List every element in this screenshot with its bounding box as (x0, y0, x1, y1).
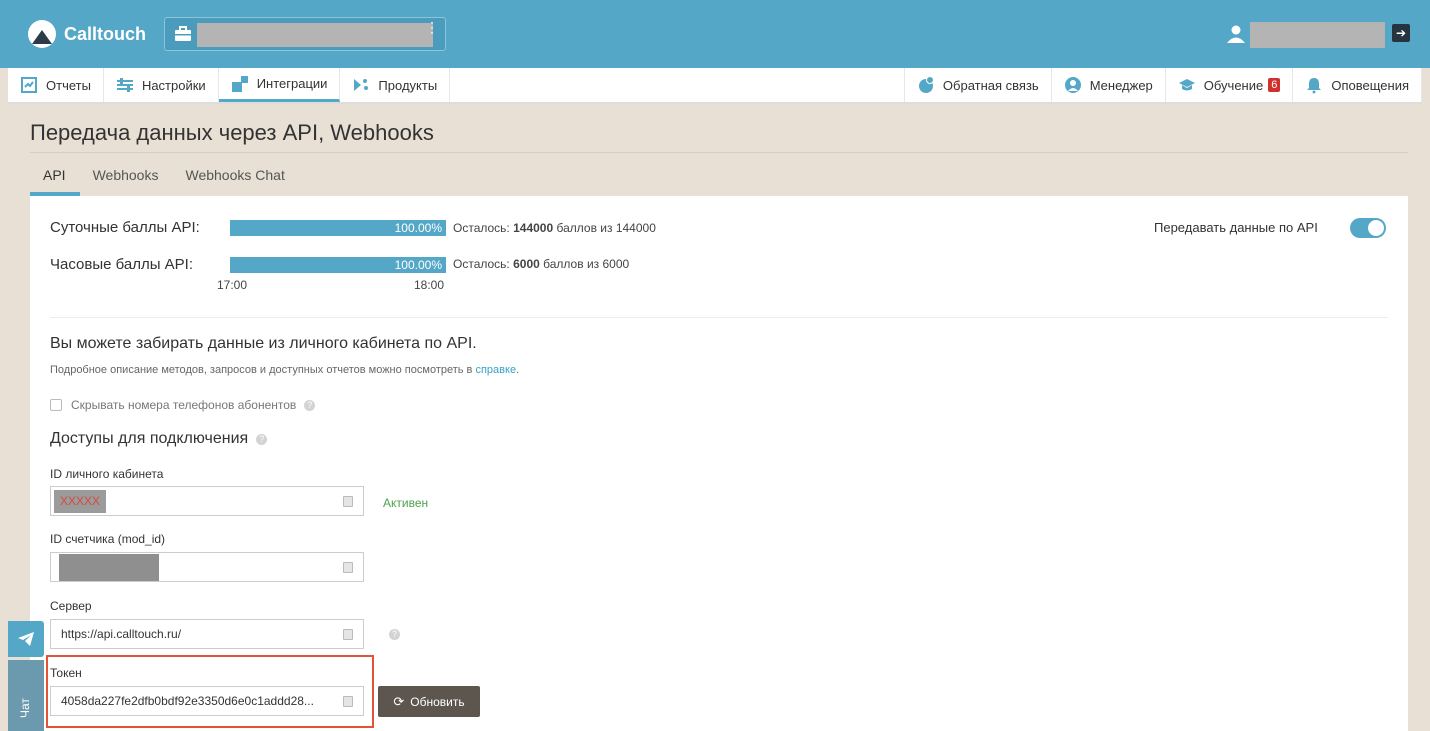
tab-webhooks-chat[interactable]: Webhooks Chat (172, 158, 298, 196)
daily-score-percent: 100.00% (394, 221, 442, 235)
copy-icon[interactable] (343, 496, 353, 507)
copy-icon[interactable] (343, 696, 353, 707)
token-value: 4058da227fe2dfb0bdf92e3350d6e0c1addd28..… (61, 694, 314, 708)
nav-feedback-label: Обратная связь (942, 77, 1039, 93)
integrations-icon (231, 75, 248, 92)
access-heading: Доступы для подключения ? (50, 430, 268, 448)
feedback-icon (918, 76, 934, 93)
api-settings-card: Суточные баллы API: 100.00% Осталось: 14… (30, 196, 1408, 731)
server-field[interactable]: https://api.calltouch.ru/ (50, 619, 364, 649)
education-icon (1178, 79, 1195, 91)
refresh-label: Обновить (410, 694, 465, 709)
nav-education-label: Обучение (1203, 77, 1264, 93)
hourly-score-percent: 100.00% (394, 258, 442, 272)
cabinet-id-field[interactable]: XXXXX (50, 486, 364, 516)
copy-icon[interactable] (343, 629, 353, 640)
cabinet-id-label: ID личного кабинета (50, 467, 164, 481)
api-transfer-label: Передавать данные по API (1154, 220, 1318, 235)
api-info-heading: Вы можете забирать данные из личного каб… (50, 335, 477, 352)
main-nav: Отчеты Настройки Интеграции Продукты Обр… (8, 68, 1422, 104)
nav-manager[interactable]: Менеджер (1052, 68, 1166, 102)
token-label: Токен (50, 666, 82, 680)
toggle-knob (1368, 220, 1384, 236)
telegram-icon (18, 632, 34, 646)
hide-phones-row: Скрывать номера телефонов абонентов ? (50, 398, 316, 412)
user-icon[interactable] (1226, 24, 1246, 44)
tab-api[interactable]: API (30, 158, 80, 196)
server-value: https://api.calltouch.ru/ (61, 627, 182, 641)
settings-icon (116, 78, 133, 92)
nav-education[interactable]: Обучение 6 (1166, 68, 1294, 102)
help-icon[interactable]: ? (256, 433, 268, 445)
hourly-score-bar: 100.00% (230, 257, 446, 273)
notifications-icon (1307, 78, 1322, 94)
products-icon (354, 79, 369, 91)
token-field[interactable]: 4058da227fe2dfb0bdf92e3350d6e0c1addd28..… (50, 686, 364, 716)
time-start-label: 17:00 (217, 278, 248, 292)
help-icon[interactable]: ? (304, 399, 316, 411)
project-name-redacted (197, 23, 433, 47)
copy-icon[interactable] (343, 562, 353, 573)
hourly-score-remaining: Осталось: 6000 баллов из 6000 (453, 257, 630, 271)
more-icon[interactable]: ⋮ (425, 20, 439, 34)
section-divider (50, 317, 1388, 318)
counter-id-label: ID счетчика (mod_id) (50, 532, 166, 546)
telegram-button[interactable] (8, 621, 44, 657)
chat-widget-button[interactable]: Чат (8, 660, 44, 731)
nav-products[interactable]: Продукты (340, 68, 451, 102)
nav-spacer (450, 68, 905, 102)
page-title: Передача данных через API, Webhooks (30, 120, 434, 145)
page-tabs: API Webhooks Webhooks Chat (30, 158, 299, 196)
nav-manager-label: Менеджер (1089, 77, 1153, 93)
manager-icon (1064, 77, 1081, 93)
briefcase-icon (175, 26, 191, 41)
refresh-icon: ⟳ (393, 693, 405, 709)
hide-phones-checkbox[interactable] (50, 399, 62, 411)
cabinet-status: Активен (383, 496, 429, 510)
hide-phones-label[interactable]: Скрывать номера телефонов абонентов (71, 398, 296, 412)
help-icon[interactable]: ? (389, 629, 400, 640)
server-label: Сервер (50, 599, 92, 613)
nav-products-label: Продукты (378, 77, 438, 93)
api-info-description: Подробное описание методов, запросов и д… (50, 364, 520, 376)
hourly-score-label: Часовые баллы API: (50, 256, 193, 273)
project-selector[interactable]: ⋮ (164, 17, 446, 51)
app-name: Calltouch (64, 23, 147, 44)
time-end-label: 18:00 (414, 278, 445, 292)
nav-settings-label: Настройки (141, 77, 206, 93)
top-header: Calltouch ⋮ ➔ (0, 0, 1430, 68)
daily-score-remaining: Осталось: 144000 баллов из 144000 (453, 221, 656, 235)
calltouch-logo[interactable]: Calltouch (28, 18, 146, 50)
reports-icon (21, 77, 37, 93)
user-name-redacted[interactable] (1250, 22, 1385, 48)
daily-score-bar: 100.00% (230, 220, 446, 236)
nav-reports-label: Отчеты (46, 77, 91, 93)
nav-notifications-label: Оповещения (1331, 77, 1409, 93)
counter-id-field[interactable] (50, 552, 364, 582)
nav-integrations-label: Интеграции (256, 76, 328, 91)
access-title: Доступы для подключения (50, 430, 249, 447)
education-badge: 6 (1268, 78, 1281, 92)
nav-reports[interactable]: Отчеты (8, 68, 104, 102)
cabinet-id-redacted: XXXXX (54, 490, 106, 513)
counter-id-redacted (59, 554, 159, 581)
chat-label: Чат (18, 698, 32, 718)
daily-score-label: Суточные баллы API: (50, 219, 200, 236)
cabinet-id-value: XXXXX (60, 494, 101, 508)
api-transfer-toggle[interactable] (1350, 218, 1386, 238)
nav-feedback[interactable]: Обратная связь (905, 68, 1052, 102)
refresh-token-button[interactable]: ⟳ Обновить (378, 686, 480, 717)
title-divider (30, 152, 1408, 153)
tab-webhooks[interactable]: Webhooks (80, 158, 173, 196)
logout-icon[interactable]: ➔ (1392, 24, 1410, 42)
nav-integrations[interactable]: Интеграции (218, 68, 341, 102)
help-link[interactable]: справке (475, 364, 516, 376)
nav-notifications[interactable]: Оповещения (1293, 68, 1422, 102)
calltouch-logo-icon (28, 20, 56, 48)
nav-settings[interactable]: Настройки (104, 68, 219, 102)
